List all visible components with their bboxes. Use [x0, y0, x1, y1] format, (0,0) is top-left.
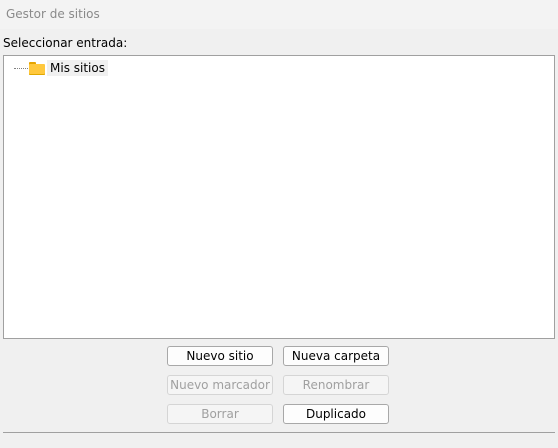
new-site-button[interactable]: Nuevo sitio [167, 346, 273, 366]
window-title: Gestor de sitios [6, 7, 100, 21]
rename-button[interactable]: Renombrar [283, 375, 389, 395]
site-manager-window: Gestor de sitios Seleccionar entrada: Mi… [0, 0, 558, 448]
site-tree[interactable]: Mis sitios [3, 55, 555, 339]
bottom-separator [3, 432, 555, 433]
delete-button[interactable]: Borrar [167, 404, 273, 424]
new-folder-button[interactable]: Nueva carpeta [283, 346, 389, 366]
new-bookmark-button[interactable]: Nuevo marcador [167, 375, 273, 395]
tree-node-label[interactable]: Mis sitios [47, 60, 108, 76]
duplicate-button[interactable]: Duplicado [283, 404, 389, 424]
title-bar: Gestor de sitios [0, 0, 558, 29]
tree-connector-line [14, 67, 28, 69]
select-entry-label: Seleccionar entrada: [3, 36, 128, 50]
tree-node-my-sites[interactable]: Mis sitios [14, 60, 108, 76]
folder-icon [29, 61, 45, 75]
